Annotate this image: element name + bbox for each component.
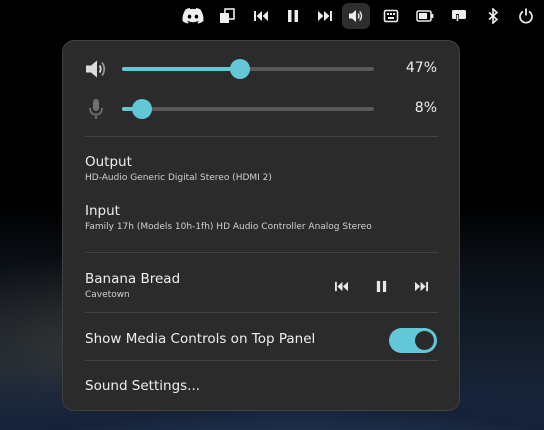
sound-settings-item[interactable]: Sound Settings... [85, 378, 200, 394]
top-panel [0, 0, 544, 32]
sound-menu: 47% 8% Output HD-Audio Generic Digital S… [62, 40, 460, 411]
output-title[interactable]: Output [85, 154, 132, 170]
pause-icon[interactable] [279, 3, 307, 29]
media-track-title: Banana Bread [85, 271, 181, 287]
discord-icon[interactable] [179, 3, 207, 29]
divider [85, 252, 438, 253]
input-volume-knob[interactable] [132, 99, 153, 119]
input-device-name[interactable]: Family 17h (Models 10h-1fh) HD Audio Con… [85, 222, 372, 232]
battery-icon[interactable] [411, 3, 439, 29]
speaker-icon[interactable] [84, 58, 108, 80]
next-track-icon [414, 281, 428, 291]
previous-track-icon [334, 281, 348, 291]
output-volume-knob[interactable] [230, 59, 251, 79]
media-controls-toggle-label: Show Media Controls on Top Panel [85, 331, 316, 347]
power-icon[interactable] [512, 3, 540, 29]
output-device-name[interactable]: HD-Audio Generic Digital Stereo (HDMI 2) [85, 173, 272, 183]
media-previous-button[interactable] [330, 277, 352, 295]
divider [85, 360, 438, 361]
divider [85, 136, 438, 137]
input-volume-slider[interactable] [122, 99, 374, 119]
pause-icon [376, 280, 386, 292]
media-next-button[interactable] [410, 277, 432, 295]
microphone-icon[interactable] [84, 98, 108, 120]
input-volume-percent: 8% [414, 100, 437, 116]
bluetooth-icon[interactable] [479, 3, 507, 29]
output-volume-percent: 47% [405, 60, 437, 76]
media-pause-button[interactable] [370, 277, 392, 295]
media-controls-toggle[interactable] [389, 328, 437, 353]
input-title[interactable]: Input [85, 203, 120, 219]
next-track-icon[interactable] [311, 3, 339, 29]
output-volume-slider[interactable] [122, 59, 374, 79]
clipboard-icon[interactable] [213, 3, 241, 29]
keyboard-icon[interactable] [377, 3, 405, 29]
divider [85, 312, 438, 313]
output-volume-row: 47% [63, 54, 459, 84]
toggle-thumb [415, 331, 434, 350]
media-track-artist: Cavetown [85, 290, 130, 300]
volume-icon[interactable] [342, 3, 370, 29]
output-volume-fill [122, 67, 241, 71]
previous-track-icon[interactable] [247, 3, 275, 29]
input-volume-row: 8% [63, 94, 459, 124]
kdeconnect-icon[interactable] [445, 3, 473, 29]
